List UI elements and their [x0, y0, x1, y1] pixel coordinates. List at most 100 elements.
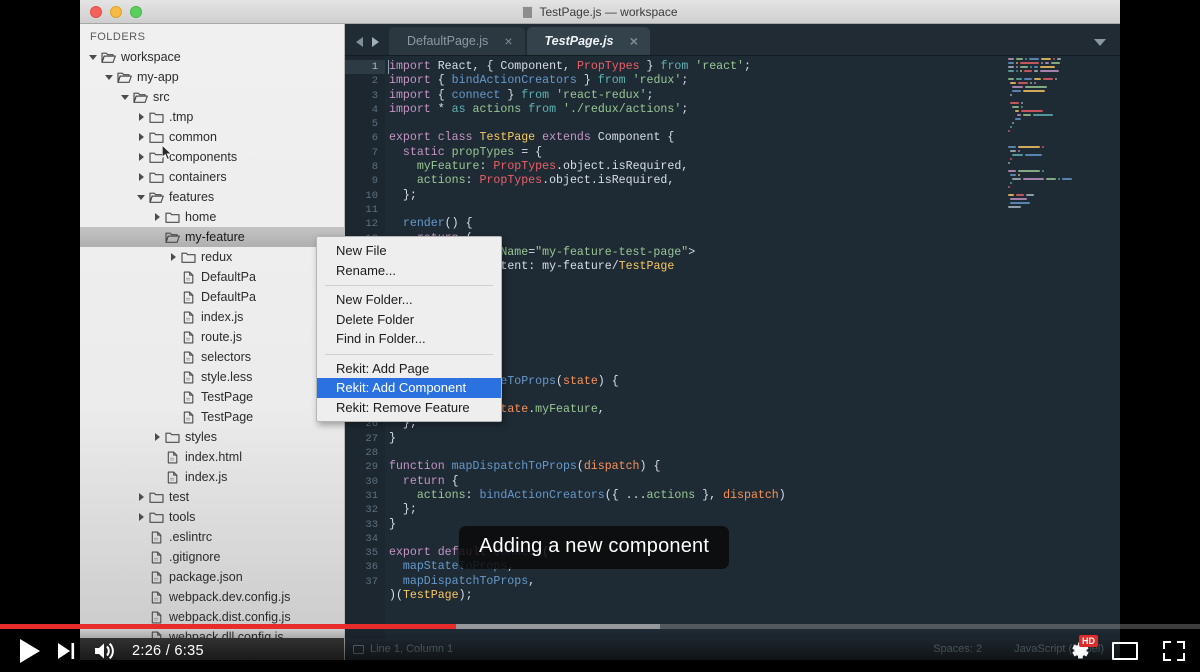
- play-button[interactable]: [0, 629, 46, 672]
- minimap-line: [1004, 126, 1116, 129]
- tree-item-home[interactable]: home: [80, 207, 344, 227]
- menu-item-rekit-remove-feature[interactable]: Rekit: Remove Feature: [317, 398, 501, 418]
- menu-item-delete-folder[interactable]: Delete Folder: [317, 310, 501, 330]
- next-video-button[interactable]: [46, 629, 86, 672]
- menu-item-new-file[interactable]: New File: [317, 241, 501, 261]
- chevron-right-icon[interactable]: [136, 131, 148, 143]
- tree-item-tools[interactable]: tools: [80, 507, 344, 527]
- nav-forward-icon[interactable]: [372, 37, 379, 47]
- tree-item-src[interactable]: src: [80, 87, 344, 107]
- minimap-line: [1004, 202, 1116, 205]
- chevron-right-icon[interactable]: [136, 491, 148, 503]
- file-tree[interactable]: workspace my-app src .tmp common components co…: [80, 47, 344, 647]
- tree-item-defaultpa[interactable]: DefaultPa: [80, 267, 344, 287]
- chevron-right-icon[interactable]: [168, 251, 180, 263]
- chevron-right-icon[interactable]: [136, 171, 148, 183]
- close-window-button[interactable]: [90, 5, 102, 18]
- twisty-placeholder: [152, 231, 164, 243]
- volume-button[interactable]: [86, 629, 126, 672]
- chevron-down-icon[interactable]: [120, 91, 132, 103]
- tree-item-defaultpa[interactable]: DefaultPa: [80, 287, 344, 307]
- tree-item-selectors[interactable]: selectors: [80, 347, 344, 367]
- fullscreen-button[interactable]: [1148, 629, 1200, 672]
- tree-item-package-json[interactable]: package.json: [80, 567, 344, 587]
- menu-item-new-folder[interactable]: New Folder...: [317, 290, 501, 310]
- tree-item-index-js[interactable]: index.js: [80, 307, 344, 327]
- tree-item-features[interactable]: features: [80, 187, 344, 207]
- tab-close-icon[interactable]: ×: [504, 34, 512, 48]
- line-number: 28: [365, 447, 378, 460]
- volume-icon: [95, 642, 114, 659]
- tree-item-style-less[interactable]: style.less: [80, 367, 344, 387]
- file-icon: [165, 451, 180, 464]
- tree-item-my-feature[interactable]: my-feature: [80, 227, 344, 247]
- minimap-line: [1004, 138, 1116, 141]
- tree-item-redux[interactable]: redux: [80, 247, 344, 267]
- play-icon: [20, 638, 40, 663]
- tree-item-index-html[interactable]: index.html: [80, 447, 344, 467]
- tab-testpage[interactable]: TestPage.js ×: [526, 27, 650, 55]
- tree-item-common[interactable]: common: [80, 127, 344, 147]
- zoom-window-button[interactable]: [130, 5, 142, 18]
- tree-item-components[interactable]: components: [80, 147, 344, 167]
- line-number: 11: [365, 203, 378, 216]
- code-line: actions: bindActionCreators({ ...actions…: [416, 488, 786, 502]
- chevron-down-icon[interactable]: [88, 51, 100, 63]
- tree-item-eslintrc[interactable]: .eslintrc: [80, 527, 344, 547]
- code-minimap[interactable]: [1004, 58, 1116, 208]
- tree-item-workspace[interactable]: workspace: [80, 47, 344, 67]
- nav-back-icon[interactable]: [356, 37, 363, 47]
- line-number: 9: [371, 175, 378, 188]
- file-tree-sidebar[interactable]: FOLDERS workspace my-app src .tmp common comp…: [80, 24, 345, 660]
- tab-nav-arrows[interactable]: [345, 37, 389, 55]
- folder-open-icon: [165, 231, 180, 244]
- tree-item-label: DefaultPa: [201, 290, 256, 304]
- minimap-line: [1004, 162, 1116, 165]
- tree-item-my-app[interactable]: my-app: [80, 67, 344, 87]
- folder-context-menu[interactable]: New File Rename... New Folder... Delete Fol…: [316, 236, 502, 422]
- window-title: TestPage.js — workspace: [539, 5, 678, 19]
- menu-item-rekit-add-page[interactable]: Rekit: Add Page: [317, 359, 501, 379]
- file-icon: [149, 531, 164, 544]
- chevron-down-icon[interactable]: [136, 191, 148, 203]
- file-icon: [149, 551, 164, 564]
- tree-item-styles[interactable]: styles: [80, 427, 344, 447]
- tree-item-containers[interactable]: containers: [80, 167, 344, 187]
- chevron-right-icon[interactable]: [136, 111, 148, 123]
- window-traffic-lights[interactable]: [90, 5, 142, 18]
- chevron-right-icon[interactable]: [136, 511, 148, 523]
- line-number: 2: [371, 75, 378, 88]
- minimap-line: [1004, 70, 1116, 73]
- line-number: 34: [365, 532, 378, 545]
- tree-item-webpack-dev-config-js[interactable]: webpack.dev.config.js: [80, 587, 344, 607]
- file-icon: [181, 271, 196, 284]
- minimap-line: [1004, 198, 1116, 201]
- line-number: 5: [371, 118, 378, 131]
- minimap-line: [1004, 58, 1116, 61]
- tree-item-tmp[interactable]: .tmp: [80, 107, 344, 127]
- minimize-window-button[interactable]: [110, 5, 122, 18]
- tree-item-index-js[interactable]: index.js: [80, 467, 344, 487]
- menu-item-rekit-add-component[interactable]: Rekit: Add Component: [317, 378, 501, 398]
- twisty-placeholder: [168, 411, 180, 423]
- chevron-right-icon[interactable]: [152, 211, 164, 223]
- tab-defaultpage[interactable]: DefaultPage.js ×: [389, 27, 525, 55]
- tree-item-route-js[interactable]: route.js: [80, 327, 344, 347]
- minimap-line: [1004, 210, 1116, 213]
- video-player-root: TestPage.js — workspace FOLDERS workspac…: [0, 0, 1200, 672]
- chevron-down-icon[interactable]: [104, 71, 116, 83]
- tree-item-testpage[interactable]: TestPage: [80, 387, 344, 407]
- tab-close-icon[interactable]: ×: [630, 34, 638, 48]
- menu-item-find-in-folder[interactable]: Find in Folder...: [317, 329, 501, 349]
- editor-tab-bar[interactable]: DefaultPage.js × TestPage.js ×: [345, 24, 1120, 56]
- chevron-right-icon[interactable]: [136, 151, 148, 163]
- tree-item-test[interactable]: test: [80, 487, 344, 507]
- settings-button[interactable]: HD: [1056, 629, 1102, 672]
- chevron-right-icon[interactable]: [152, 431, 164, 443]
- menu-item-rename[interactable]: Rename...: [317, 261, 501, 281]
- theater-mode-button[interactable]: [1102, 629, 1148, 672]
- tree-item-testpage[interactable]: TestPage: [80, 407, 344, 427]
- chevron-down-icon[interactable]: [1094, 39, 1106, 46]
- tree-item-gitignore[interactable]: .gitignore: [80, 547, 344, 567]
